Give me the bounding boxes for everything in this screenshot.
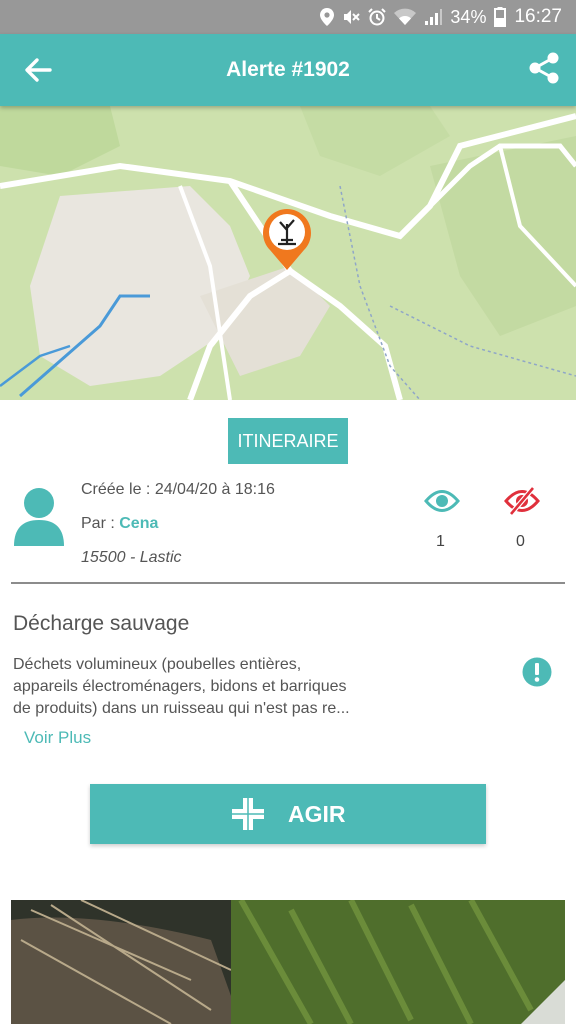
views-count: 1: [436, 533, 445, 550]
divider: [11, 582, 565, 584]
avatar-icon: [14, 488, 64, 546]
location-icon: [320, 8, 335, 26]
eye-icon[interactable]: [424, 488, 460, 514]
description-line: Déchets volumineux (poubelles entières,: [13, 656, 302, 673]
eye-off-icon[interactable]: [503, 486, 541, 516]
alarm-icon: [368, 8, 387, 26]
share-icon[interactable]: [526, 50, 562, 86]
plus-icon: [232, 798, 264, 830]
alert-title: Décharge sauvage: [13, 612, 190, 635]
location-text: 15500 - Lastic: [81, 549, 182, 566]
signal-icon: [425, 9, 443, 25]
photo-image: [11, 900, 565, 1024]
battery-icon: [494, 7, 507, 27]
map-view[interactable]: [0, 106, 576, 400]
clock: 16:27: [514, 6, 562, 27]
wifi-icon: [394, 8, 417, 25]
author-line: Par : Cena: [81, 515, 158, 533]
voir-plus-link[interactable]: Voir Plus: [24, 728, 91, 748]
itinerary-button[interactable]: ITINERAIRE: [228, 418, 348, 464]
alert-description: Déchets volumineux (poubelles entières, …: [13, 654, 385, 720]
battery-percent: 34%: [450, 6, 487, 27]
act-label: AGIR: [288, 801, 346, 827]
app-bar: Alerte #1902: [0, 34, 576, 106]
author-name[interactable]: Cena: [119, 515, 158, 532]
description-line: appareils électroménagers, bidons et bar…: [13, 678, 347, 695]
hidden-count: 0: [516, 533, 525, 550]
mute-icon: [344, 10, 361, 24]
author-prefix: Par :: [81, 515, 120, 532]
act-button[interactable]: AGIR: [90, 784, 486, 844]
created-date: Créée le : 24/04/20 à 18:16: [81, 481, 275, 498]
status-bar: 34% 16:27: [0, 0, 576, 34]
alert-photo[interactable]: [11, 900, 565, 1024]
warning-icon[interactable]: [522, 657, 552, 687]
description-line: de produits) dans un ruisseau qui n'est …: [13, 700, 350, 717]
page-title: Alerte #1902: [226, 58, 350, 81]
map-tiles: [0, 106, 576, 400]
